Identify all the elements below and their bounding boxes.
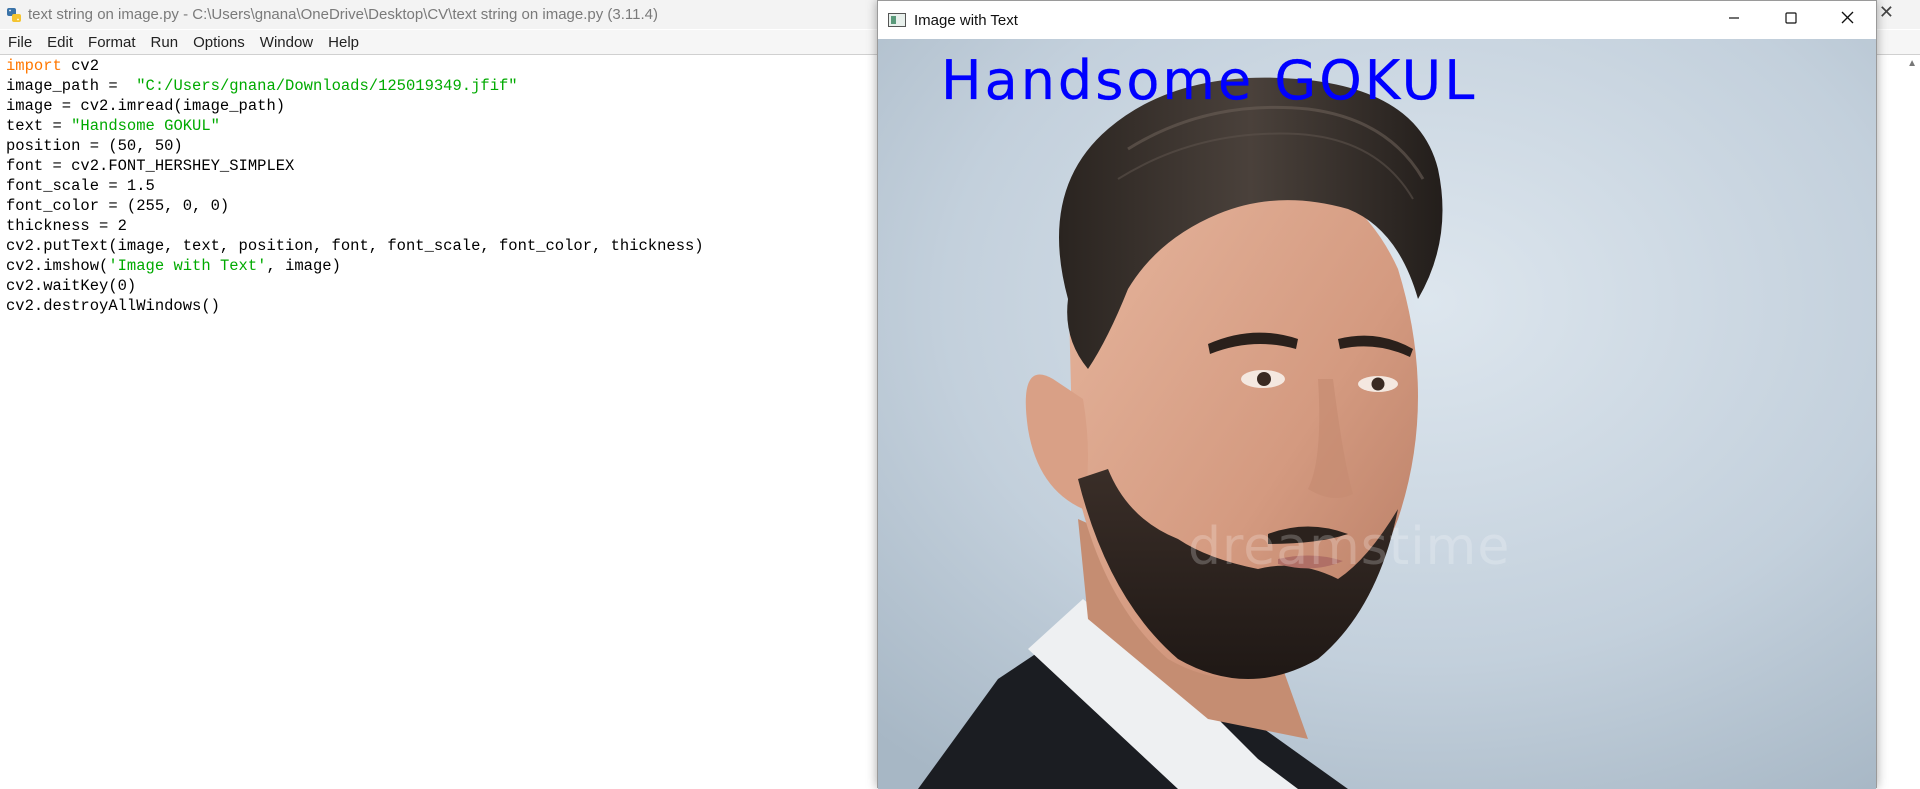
overlay-text: Handsome GOKUL — [941, 49, 1478, 112]
code-token: image_path = — [6, 77, 137, 95]
window-title: text string on image.py - C:\Users\gnana… — [28, 6, 658, 23]
close-button[interactable] — [1819, 1, 1876, 39]
code-token: text = — [6, 117, 72, 135]
minimize-icon — [1728, 11, 1740, 29]
close-icon — [1841, 11, 1854, 29]
vertical-scrollbar[interactable] — [1905, 56, 1920, 788]
minimize-button[interactable] — [1705, 1, 1762, 39]
maximize-button[interactable] — [1762, 1, 1819, 39]
image-window-titlebar[interactable]: Image with Text — [878, 1, 1876, 39]
close-icon[interactable]: ✕ — [1879, 2, 1894, 23]
maximize-icon — [1784, 11, 1797, 29]
code-token: , image) — [266, 257, 341, 275]
string-token: 'Image with Text' — [108, 257, 267, 275]
image-window-title: Image with Text — [914, 11, 1018, 29]
menu-window[interactable]: Window — [252, 34, 320, 51]
displayed-image: dreamstime Handsome GOKUL — [878, 39, 1876, 789]
menu-file[interactable]: File — [0, 34, 39, 51]
menu-run[interactable]: Run — [143, 34, 186, 51]
code-token: cv2.imshow( — [6, 257, 109, 275]
watermark-text: dreamstime — [1188, 517, 1511, 577]
python-icon — [6, 7, 22, 23]
menu-edit[interactable]: Edit — [39, 34, 80, 51]
menu-format[interactable]: Format — [80, 34, 143, 51]
portrait-photo — [878, 39, 1876, 789]
keyword-token: import — [6, 57, 62, 75]
code-token: cv2 — [61, 57, 100, 75]
image-window: Image with Text dreamstime Handsome GOKU… — [877, 0, 1877, 789]
scroll-up-icon[interactable]: ▲ — [1907, 58, 1917, 69]
window-app-icon — [888, 13, 906, 27]
string-token: "Handsome GOKUL" — [71, 117, 220, 135]
menu-help[interactable]: Help — [320, 34, 366, 51]
string-token: "C:/Users/gnana/Downloads/125019349.jfif… — [136, 77, 518, 95]
menu-options[interactable]: Options — [185, 34, 252, 51]
